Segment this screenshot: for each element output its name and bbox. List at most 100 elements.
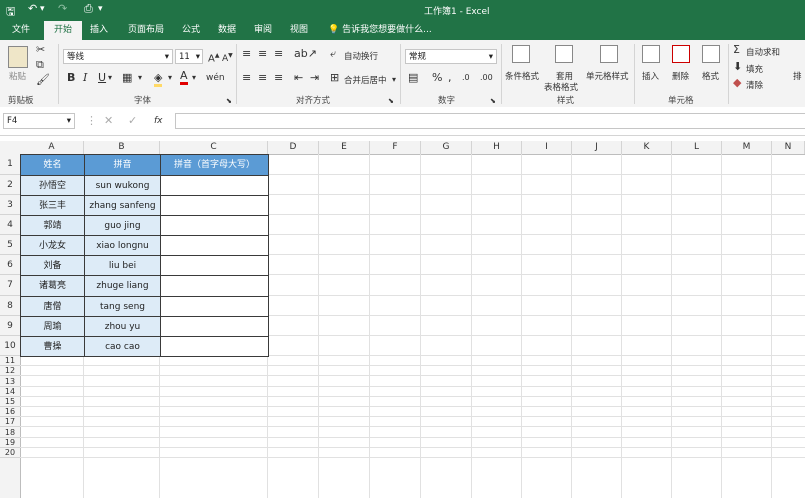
- undo-icon[interactable]: ↶: [28, 2, 37, 15]
- row-header-8[interactable]: 8: [0, 296, 20, 316]
- formula-input[interactable]: [175, 113, 805, 129]
- font-color-icon[interactable]: A: [180, 70, 188, 85]
- table-cell[interactable]: [160, 336, 269, 357]
- table-cell[interactable]: [160, 275, 269, 297]
- table-cell[interactable]: 郭靖: [20, 215, 85, 236]
- column-header-l[interactable]: L: [672, 141, 722, 154]
- table-header-cell[interactable]: 姓名: [20, 154, 85, 176]
- table-cell[interactable]: 孙悟空: [20, 175, 85, 196]
- save-icon[interactable]: 🖫: [6, 3, 15, 22]
- autosum-icon[interactable]: Σ: [733, 44, 740, 56]
- increase-indent-icon[interactable]: ⇥: [310, 72, 319, 84]
- paste-icon[interactable]: [8, 46, 28, 68]
- conditional-format-icon[interactable]: [512, 45, 530, 63]
- row-header-5[interactable]: 5: [0, 235, 20, 255]
- merge-center-icon[interactable]: ⊞: [330, 72, 339, 84]
- insert-function-icon[interactable]: fx: [154, 115, 163, 127]
- column-header-h[interactable]: H: [472, 141, 522, 154]
- row-header-17[interactable]: 17: [0, 417, 20, 427]
- decrease-font-icon[interactable]: A▼: [222, 50, 233, 65]
- table-cell[interactable]: zhang sanfeng: [84, 195, 161, 216]
- fill-button[interactable]: 填充: [746, 63, 763, 75]
- merge-center-button[interactable]: 合并后居中: [344, 74, 387, 86]
- column-header-k[interactable]: K: [622, 141, 672, 154]
- row-header-3[interactable]: 3: [0, 195, 20, 215]
- wrap-text-icon[interactable]: ⤶: [330, 48, 336, 60]
- row-header-15[interactable]: 15: [0, 397, 20, 407]
- tab-file[interactable]: 文件: [6, 21, 36, 40]
- table-cell[interactable]: [160, 316, 269, 337]
- table-cell[interactable]: [160, 195, 269, 216]
- table-cell[interactable]: zhou yu: [84, 316, 161, 337]
- column-header-a[interactable]: A: [20, 141, 84, 154]
- align-middle-icon[interactable]: ≡: [258, 48, 267, 60]
- wrap-text-button[interactable]: 自动换行: [344, 50, 378, 62]
- table-cell[interactable]: xiao longnu: [84, 235, 161, 256]
- tab-insert[interactable]: 插入: [84, 21, 114, 40]
- cell-styles-button[interactable]: 单元格样式: [586, 70, 629, 82]
- format-painter-icon[interactable]: 🖌: [36, 74, 50, 86]
- column-header-i[interactable]: I: [522, 141, 572, 154]
- cell-styles-icon[interactable]: [600, 45, 618, 63]
- chevron-down-icon[interactable]: ▾: [108, 72, 112, 84]
- number-format-select[interactable]: 常规 ▾: [405, 49, 497, 64]
- tab-view[interactable]: 视图: [284, 21, 314, 40]
- font-name-select[interactable]: 等线 ▾: [63, 49, 173, 64]
- row-header-19[interactable]: 19: [0, 438, 20, 448]
- align-top-icon[interactable]: ≡: [242, 48, 251, 60]
- row-header-1[interactable]: 1: [0, 154, 20, 175]
- table-cell[interactable]: 张三丰: [20, 195, 85, 216]
- row-header-20[interactable]: 20: [0, 448, 20, 458]
- fill-color-icon[interactable]: ◈: [154, 72, 163, 87]
- comma-icon[interactable]: ,: [448, 72, 452, 84]
- phonetic-icon[interactable]: wén: [206, 72, 225, 84]
- chevron-down-icon[interactable]: ▾: [392, 74, 396, 86]
- tab-home[interactable]: 开始: [44, 21, 82, 40]
- decrease-indent-icon[interactable]: ⇤: [294, 72, 303, 84]
- column-header-c[interactable]: C: [160, 141, 268, 154]
- table-cell[interactable]: 周瑜: [20, 316, 85, 337]
- table-header-cell[interactable]: 拼音: [84, 154, 161, 176]
- table-cell[interactable]: [160, 296, 269, 317]
- cancel-icon[interactable]: ✕: [104, 115, 113, 127]
- chevron-down-icon[interactable]: ▾: [138, 72, 142, 84]
- delete-cells-button[interactable]: 删除: [672, 70, 689, 82]
- tab-data[interactable]: 数据: [212, 21, 242, 40]
- align-right-icon[interactable]: ≡: [274, 72, 283, 84]
- delete-cells-icon[interactable]: [672, 45, 690, 63]
- tell-me-box[interactable]: 💡 告诉我您想要做什么...: [328, 21, 458, 40]
- table-cell[interactable]: 诸葛亮: [20, 275, 85, 297]
- row-header-4[interactable]: 4: [0, 215, 20, 235]
- clear-icon[interactable]: ◆: [733, 77, 741, 89]
- column-header-d[interactable]: D: [268, 141, 319, 154]
- clear-button[interactable]: 清除: [746, 79, 763, 91]
- column-header-n[interactable]: N: [772, 141, 805, 154]
- table-cell[interactable]: 唐僧: [20, 296, 85, 317]
- table-cell[interactable]: guo jing: [84, 215, 161, 236]
- print-preview-icon[interactable]: ⎙: [84, 2, 93, 16]
- font-size-select[interactable]: 11 ▾: [175, 49, 203, 64]
- customize-qat-icon[interactable]: ▾: [98, 4, 103, 14]
- row-header-16[interactable]: 16: [0, 407, 20, 417]
- chevron-down-icon[interactable]: ▾: [168, 72, 172, 84]
- sort-filter-button[interactable]: 排: [793, 70, 802, 82]
- table-header-cell[interactable]: 拼音（首字母大写）: [160, 154, 269, 176]
- row-header-7[interactable]: 7: [0, 275, 20, 296]
- align-bottom-icon[interactable]: ≡: [274, 48, 283, 60]
- tab-review[interactable]: 审阅: [248, 21, 278, 40]
- row-header-6[interactable]: 6: [0, 255, 20, 275]
- dialog-launcher-icon[interactable]: ⬊: [388, 95, 394, 107]
- table-cell[interactable]: zhuge liang: [84, 275, 161, 297]
- tab-formulas[interactable]: 公式: [176, 21, 206, 40]
- name-box[interactable]: F4 ▾: [3, 113, 75, 129]
- italic-icon[interactable]: I: [83, 72, 87, 84]
- table-cell[interactable]: [160, 215, 269, 236]
- bold-icon[interactable]: B: [67, 72, 75, 84]
- undo-dropdown-icon[interactable]: ▾: [40, 4, 45, 14]
- column-header-b[interactable]: B: [84, 141, 160, 154]
- row-header-2[interactable]: 2: [0, 175, 20, 195]
- format-cells-icon[interactable]: [702, 45, 720, 63]
- conditional-format-button[interactable]: 条件格式: [505, 70, 539, 82]
- table-cell[interactable]: tang seng: [84, 296, 161, 317]
- decrease-decimal-icon[interactable]: .00: [480, 72, 493, 84]
